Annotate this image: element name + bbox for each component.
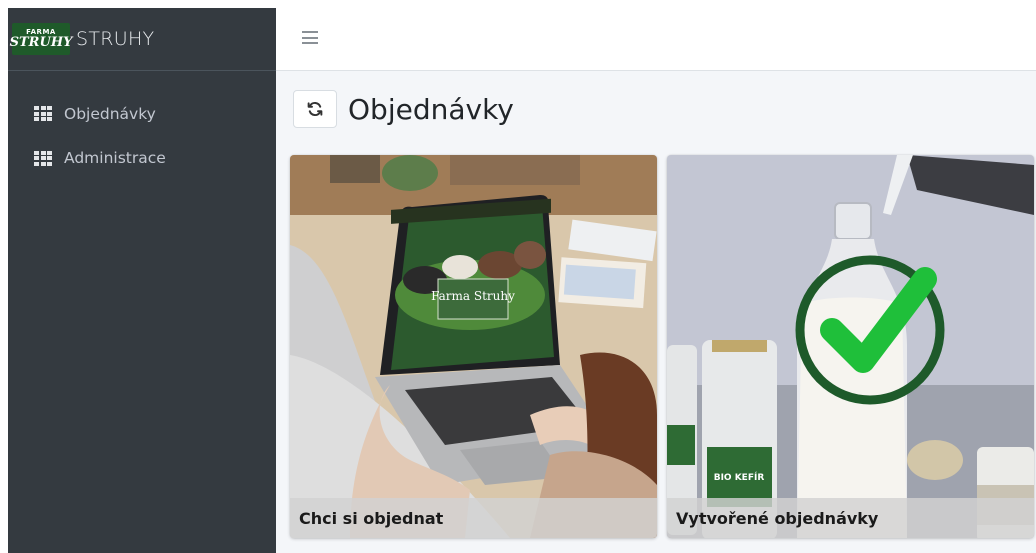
grid-icon: [34, 106, 52, 121]
card-caption: Chci si objednat: [290, 498, 657, 538]
sidebar-item-objednavky[interactable]: Objednávky: [8, 91, 276, 136]
top-navbar: [276, 8, 1036, 71]
brand-logo-main: STRUHY: [9, 35, 73, 50]
brand-logo: FARMA STRUHY: [9, 23, 73, 55]
card-caption: Vytvořené objednávky: [667, 498, 1034, 538]
brand-title: STRUHY: [76, 28, 155, 50]
page-title: Objednávky: [348, 92, 514, 126]
grid-icon: [34, 150, 52, 166]
laptop-site-logo: Farma Struhy: [431, 289, 515, 303]
content-wrapper: Objednávky Farma Struhy Chci si objednat…: [276, 71, 1036, 553]
sidebar-item-administrace[interactable]: Administrace: [8, 136, 276, 186]
refresh-icon: [307, 101, 323, 117]
sidebar-item-label: Administrace: [64, 149, 166, 167]
order-card-created[interactable]: BIO KEFÍR Vytvořené objednávky: [667, 155, 1034, 538]
sidebar-item-label: Objednávky: [64, 104, 156, 123]
refresh-button[interactable]: [293, 90, 337, 128]
brand-link[interactable]: FARMA STRUHY STRUHY: [8, 8, 276, 71]
milk-photo: BIO KEFÍR: [667, 155, 1034, 538]
sidebar-nav: Objednávky Administrace: [8, 71, 276, 186]
laptop-photo: Farma Struhy: [290, 155, 657, 538]
order-card-new[interactable]: Farma Struhy Chci si objednat: [290, 155, 657, 538]
sidebar: FARMA STRUHY STRUHY Objednávky Administr…: [8, 8, 276, 553]
jar-label: BIO KEFÍR: [714, 471, 765, 483]
page-header: Objednávky: [293, 90, 514, 128]
hamburger-icon[interactable]: [302, 31, 318, 44]
